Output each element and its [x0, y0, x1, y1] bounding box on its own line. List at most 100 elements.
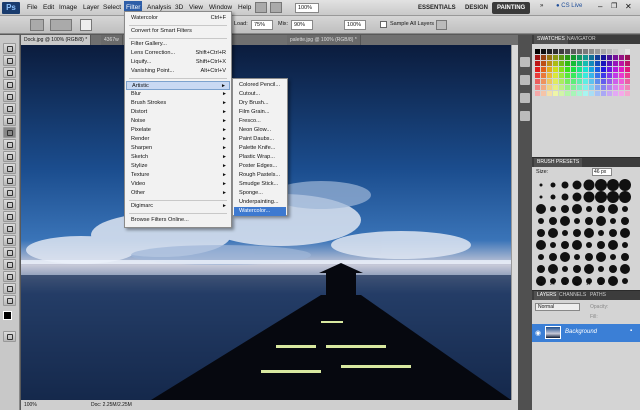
swatch[interactable] [607, 55, 612, 60]
brush-preset[interactable] [608, 204, 618, 214]
swatch[interactable] [535, 67, 540, 72]
swatch[interactable] [613, 79, 618, 84]
layer-row-background[interactable]: ◉ Background ▪ [532, 324, 640, 342]
submenu-item-smudge-stick[interactable]: Smudge Stick... [234, 180, 286, 189]
swatch[interactable] [577, 91, 582, 96]
brush-preset[interactable] [608, 240, 618, 250]
swatch[interactable] [625, 73, 630, 78]
clone-source-panel-icon[interactable] [520, 111, 530, 121]
swatch[interactable] [601, 61, 606, 66]
brush-grid[interactable]: 23 23 45 36 14 11 [535, 179, 635, 287]
swatch[interactable] [595, 73, 600, 78]
swatch[interactable] [559, 67, 564, 72]
lasso-tool-icon[interactable] [3, 67, 16, 78]
submenu-item-neon-glow[interactable]: Neon Glow... [234, 126, 286, 135]
brush-preset[interactable] [608, 276, 618, 286]
menu-item-vanishing-point[interactable]: Vanishing Point... Alt+Ctrl+V [126, 67, 230, 76]
brush-preset[interactable] [573, 265, 581, 273]
tab-navigator[interactable]: NAVIGATOR [564, 35, 599, 44]
swatch[interactable] [625, 49, 630, 54]
swatch[interactable] [535, 61, 540, 66]
path-select-tool-icon[interactable] [3, 235, 16, 246]
swatch[interactable] [595, 79, 600, 84]
swatch[interactable] [577, 55, 582, 60]
swatch[interactable] [583, 61, 588, 66]
brush-preset[interactable] [596, 216, 606, 226]
workspace-design[interactable]: DESIGN [460, 2, 493, 14]
crop-tool-icon[interactable] [3, 91, 16, 102]
swatch[interactable] [619, 55, 624, 60]
swatch[interactable] [595, 55, 600, 60]
brush-preset[interactable] [586, 206, 592, 212]
swatch[interactable] [553, 49, 558, 54]
swatch[interactable] [577, 61, 582, 66]
swatch[interactable] [607, 79, 612, 84]
swatch[interactable] [577, 85, 582, 90]
brush-preset[interactable] [622, 206, 628, 212]
brush-preset[interactable] [538, 218, 544, 224]
zoom-level-field[interactable]: 100% [295, 3, 319, 13]
swatch[interactable] [595, 91, 600, 96]
submenu-item-watercolor[interactable]: Watercolor... [234, 207, 286, 216]
brush-preset[interactable] [562, 266, 568, 272]
swatch[interactable] [565, 61, 570, 66]
submenu-item-plastic-wrap[interactable]: Plastic Wrap... [234, 153, 286, 162]
tab-channels[interactable]: CHANNELS [556, 291, 589, 300]
swatch[interactable] [625, 91, 630, 96]
swatch[interactable] [613, 73, 618, 78]
brush-preset[interactable] [549, 217, 557, 225]
tab-4367w[interactable]: 4367w [101, 35, 123, 45]
dodge-tool-icon[interactable] [3, 199, 16, 210]
submenu-item-rough-pastels[interactable]: Rough Pastels... [234, 171, 286, 180]
tab-palette[interactable]: palette.jpg @ 100% (RGB/8) * [287, 35, 361, 45]
quick-select-tool-icon[interactable] [3, 79, 16, 90]
brush-preset[interactable] [619, 191, 631, 203]
menu-item-other[interactable]: Other ► [126, 189, 230, 198]
swatch[interactable] [535, 79, 540, 84]
eyedropper-tool-icon[interactable] [3, 103, 16, 114]
menu-item-sketch[interactable]: Sketch ► [126, 153, 230, 162]
restore-icon[interactable]: ❐ [611, 2, 617, 10]
swatch[interactable] [559, 49, 564, 54]
brush-preset[interactable] [561, 241, 569, 249]
swatch[interactable] [589, 61, 594, 66]
swatch[interactable] [589, 91, 594, 96]
swatch[interactable] [547, 73, 552, 78]
brush-preset[interactable] [622, 242, 628, 248]
brush-preset[interactable] [620, 264, 630, 274]
swatch[interactable] [571, 61, 576, 66]
swatch[interactable] [613, 85, 618, 90]
swatch[interactable] [601, 73, 606, 78]
brush-preset[interactable] [562, 230, 568, 236]
brush-tool-icon[interactable] [3, 127, 16, 138]
menu-item-convert-smart[interactable]: Convert for Smart Filters [126, 27, 230, 36]
swatch[interactable] [607, 67, 612, 72]
swatch[interactable] [565, 91, 570, 96]
swatch[interactable] [589, 49, 594, 54]
swatch[interactable] [583, 79, 588, 84]
menu-item-brush-strokes[interactable]: Brush Strokes ► [126, 99, 230, 108]
swatch[interactable] [577, 67, 582, 72]
swatch[interactable] [565, 67, 570, 72]
swatch[interactable] [553, 55, 558, 60]
submenu-item-sponge[interactable]: Sponge... [234, 189, 286, 198]
brush-preset[interactable] [586, 242, 592, 248]
brush-preset[interactable] [619, 179, 631, 191]
swatch[interactable] [601, 49, 606, 54]
blur-tool-icon[interactable] [3, 187, 16, 198]
swatch[interactable] [571, 67, 576, 72]
bridge-icon[interactable] [255, 2, 267, 13]
brush-preset[interactable] [621, 253, 629, 261]
swatch[interactable] [553, 61, 558, 66]
swatch[interactable] [559, 91, 564, 96]
brush-preset[interactable] [585, 217, 593, 225]
submenu-item-fresco[interactable]: Fresco... [234, 117, 286, 126]
brush-preset[interactable] [610, 218, 616, 224]
brush-preset[interactable] [622, 278, 628, 284]
foreground-color-swatch[interactable] [3, 311, 12, 320]
swatch[interactable] [559, 73, 564, 78]
swatch[interactable] [595, 85, 600, 90]
brush-preset[interactable] [572, 180, 582, 190]
swatch[interactable] [601, 85, 606, 90]
quick-mask-icon[interactable] [3, 331, 16, 342]
